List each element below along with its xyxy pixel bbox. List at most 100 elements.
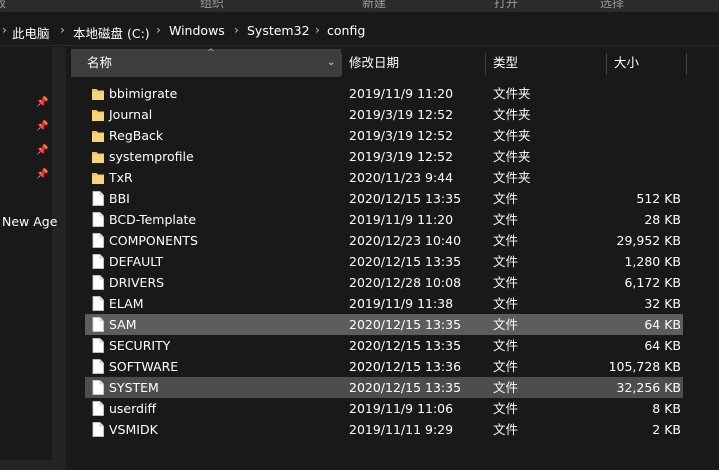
file-type: 文件夹: [493, 86, 531, 101]
navigation-scrollbar[interactable]: [52, 47, 66, 470]
file-row[interactable]: DRIVERS 2020/12/28 10:08 文件 6,172 KB: [85, 272, 683, 293]
breadcrumb-windows[interactable]: Windows: [169, 23, 225, 38]
chevron-right-icon[interactable]: ›: [60, 23, 65, 37]
folder-row[interactable]: systemprofile 2019/3/19 12:52 文件夹: [85, 146, 683, 167]
chevron-right-icon[interactable]: ›: [156, 23, 161, 37]
file-name: DEFAULT: [109, 254, 164, 269]
file-row[interactable]: SYSTEM 2020/12/15 13:35 文件 32,256 KB: [85, 377, 683, 398]
file-type: 文件: [493, 233, 519, 248]
pin-icon[interactable]: 📌: [36, 145, 48, 157]
file-row[interactable]: SOFTWARE 2020/12/15 13:36 文件 105,728 KB: [85, 356, 683, 377]
file-row[interactable]: SAM 2020/12/15 13:35 文件 64 KB: [85, 314, 683, 335]
file-size: 2 KB: [652, 422, 681, 437]
column-header-size[interactable]: 大小: [614, 49, 684, 77]
breadcrumb-config[interactable]: config: [327, 23, 365, 38]
file-icon: [91, 254, 105, 269]
file-row[interactable]: SECURITY 2020/12/15 13:35 文件 64 KB: [85, 335, 683, 356]
file-size: 32 KB: [644, 296, 681, 311]
file-name: SYSTEM: [109, 380, 159, 395]
file-name: SOFTWARE: [109, 359, 179, 374]
chevron-down-icon[interactable]: ⌄: [327, 49, 339, 77]
file-modified-date: 2020/12/15 13:35: [349, 191, 462, 206]
chevron-right-icon[interactable]: ›: [2, 23, 7, 37]
file-type: 文件夹: [493, 107, 531, 122]
file-type: 文件: [493, 317, 519, 332]
column-header-type[interactable]: 类型: [493, 49, 603, 77]
address-bar[interactable]: › 此电脑 › 本地磁盘 (C:) › Windows › System32 ›…: [0, 17, 719, 46]
ribbon-bar: 板 组织 新建 打开 选择: [0, 0, 719, 12]
file-type: 文件: [493, 338, 519, 353]
file-icon: [91, 212, 105, 227]
file-type: 文件: [493, 401, 519, 416]
file-icon: [91, 359, 105, 374]
column-divider[interactable]: [686, 53, 687, 75]
column-divider[interactable]: [341, 53, 342, 75]
file-icon: [91, 275, 105, 290]
file-name: SAM: [109, 317, 137, 332]
file-icon: [91, 380, 105, 395]
file-name: DRIVERS: [109, 275, 165, 290]
file-name: COMPONENTS: [109, 233, 198, 248]
pin-icon[interactable]: 📌: [36, 169, 48, 181]
breadcrumb-local-disk[interactable]: 本地磁盘 (C:): [73, 23, 150, 42]
column-divider[interactable]: [606, 53, 607, 75]
column-header-size-label: 大小: [614, 55, 640, 70]
ribbon-open[interactable]: 打开: [494, 0, 518, 11]
file-row[interactable]: DEFAULT 2020/12/15 13:35 文件 1,280 KB: [85, 251, 683, 272]
file-size: 1,280 KB: [624, 254, 681, 269]
file-modified-date: 2020/12/23 10:40: [349, 233, 462, 248]
file-name: Journal: [109, 107, 153, 122]
ribbon-new[interactable]: 新建: [362, 0, 386, 11]
file-icon: [91, 296, 105, 311]
sort-ascending-icon: ^: [207, 48, 215, 58]
folder-row[interactable]: bbimigrate 2019/11/9 11:20 文件夹: [85, 83, 683, 104]
file-name: RegBack: [109, 128, 164, 143]
breadcrumb-this-pc[interactable]: 此电脑: [12, 23, 50, 42]
column-header-name[interactable]: ^ 名称 ⌄: [71, 48, 341, 77]
column-header-date[interactable]: 修改日期: [349, 49, 479, 77]
nav-item-new-age[interactable]: New Age: [2, 214, 57, 229]
file-modified-date: 2020/11/23 9:44: [349, 170, 454, 185]
file-name: bbimigrate: [109, 86, 178, 101]
file-type: 文件夹: [493, 170, 531, 185]
file-icon: [91, 191, 105, 206]
folder-icon: [91, 170, 105, 185]
file-row[interactable]: ELAM 2019/11/9 11:38 文件 32 KB: [85, 293, 683, 314]
file-type: 文件: [493, 212, 519, 227]
file-size: 29,952 KB: [616, 233, 681, 248]
file-size: 64 KB: [644, 317, 681, 332]
file-modified-date: 2019/11/9 11:06: [349, 401, 454, 416]
file-name: systemprofile: [109, 149, 194, 164]
file-modified-date: 2019/11/9 11:38: [349, 296, 454, 311]
file-row[interactable]: userdiff 2019/11/9 11:06 文件 8 KB: [85, 398, 683, 419]
ribbon-select[interactable]: 选择: [600, 0, 624, 11]
column-divider[interactable]: [485, 53, 486, 75]
file-modified-date: 2019/3/19 12:52: [349, 128, 454, 143]
file-modified-date: 2019/11/9 11:20: [349, 212, 454, 227]
file-modified-date: 2019/3/19 12:52: [349, 107, 454, 122]
file-row[interactable]: BBI 2020/12/15 13:35 文件 512 KB: [85, 188, 683, 209]
file-row[interactable]: VSMIDK 2019/11/11 9:29 文件 2 KB: [85, 419, 683, 440]
file-name: TxR: [109, 170, 133, 185]
file-row[interactable]: COMPONENTS 2020/12/23 10:40 文件 29,952 KB: [85, 230, 683, 251]
navigation-pane[interactable]: [0, 47, 52, 470]
chevron-right-icon[interactable]: ›: [234, 23, 239, 37]
pin-icon[interactable]: 📌: [36, 97, 48, 109]
file-row[interactable]: BCD-Template 2019/11/9 11:20 文件 28 KB: [85, 209, 683, 230]
file-icon: [91, 338, 105, 353]
ribbon-item[interactable]: 板: [0, 0, 6, 11]
file-name: userdiff: [109, 401, 157, 416]
file-size: 28 KB: [644, 212, 681, 227]
folder-row[interactable]: TxR 2020/11/23 9:44 文件夹: [85, 167, 683, 188]
breadcrumb-system32[interactable]: System32: [247, 23, 310, 38]
folder-row[interactable]: RegBack 2019/3/19 12:52 文件夹: [85, 125, 683, 146]
file-icon: [91, 317, 105, 332]
file-modified-date: 2020/12/28 10:08: [349, 275, 462, 290]
folder-row[interactable]: Journal 2019/3/19 12:52 文件夹: [85, 104, 683, 125]
file-type: 文件: [493, 380, 519, 395]
horizontal-scrollbar[interactable]: [0, 460, 52, 470]
chevron-right-icon[interactable]: ›: [315, 23, 320, 37]
file-size: 8 KB: [652, 401, 681, 416]
ribbon-organize[interactable]: 组织: [200, 0, 224, 11]
pin-icon[interactable]: 📌: [36, 121, 48, 133]
